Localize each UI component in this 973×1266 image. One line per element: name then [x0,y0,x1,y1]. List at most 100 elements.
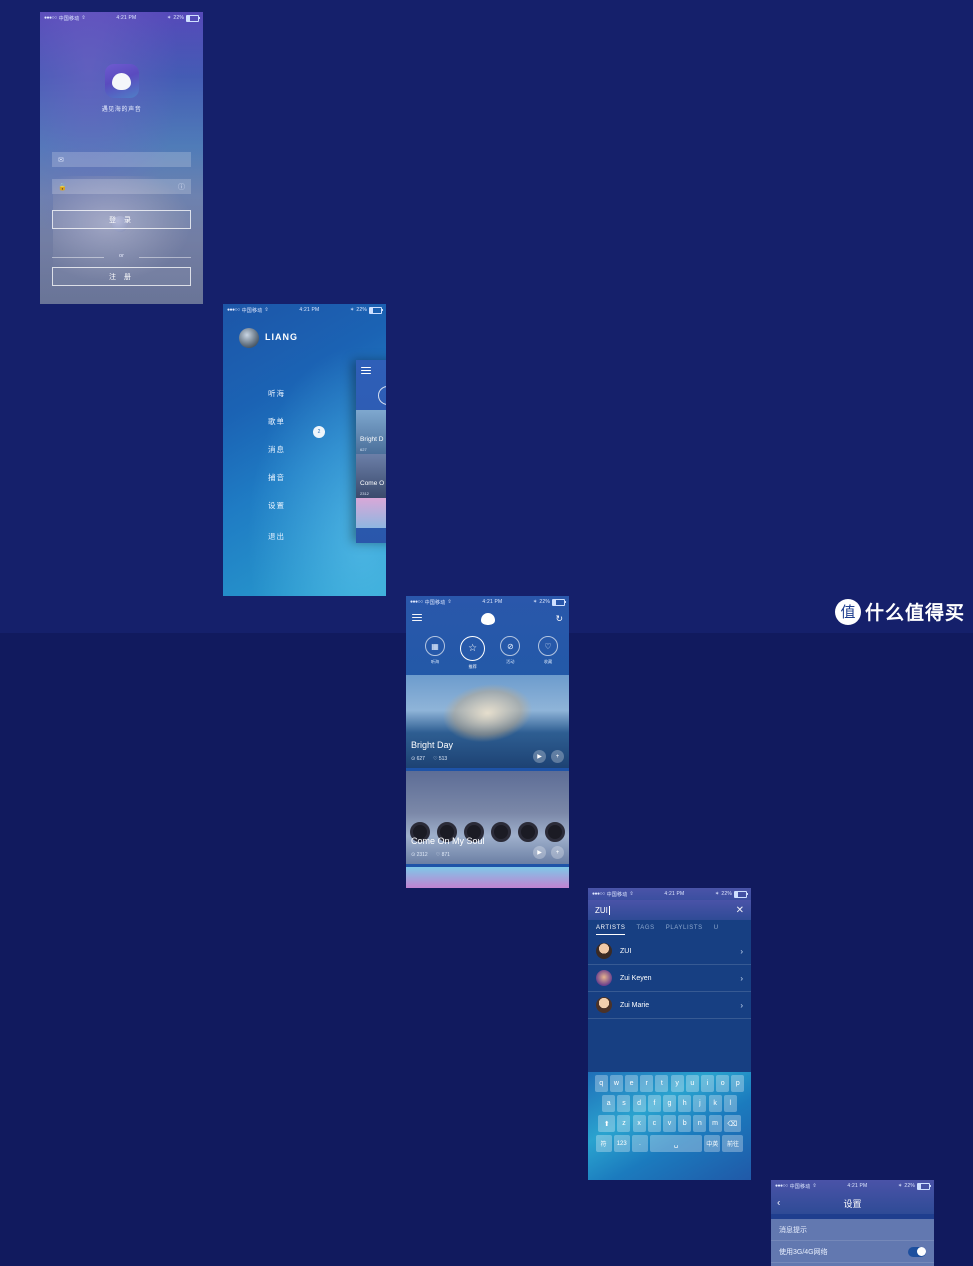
key-n[interactable]: n [693,1115,707,1132]
keyboard-row-1: q w e r t y u i o p [588,1075,751,1092]
key-m[interactable]: m [708,1115,722,1132]
key-z[interactable]: z [617,1115,631,1132]
key-t[interactable]: t [655,1075,669,1092]
avatar [596,997,612,1013]
tab-playlists[interactable]: PLAYLISTS [666,925,703,935]
play-button[interactable]: ▶ [533,846,546,859]
key-c[interactable]: c [647,1115,661,1132]
key-d[interactable]: d [632,1095,646,1112]
sidebar-item-capture[interactable]: 捕音 [268,472,285,483]
clear-icon[interactable]: ✕ [736,905,744,916]
key-r[interactable]: r [640,1075,654,1092]
email-field[interactable]: ✉ [52,152,191,167]
key-y[interactable]: y [670,1075,684,1092]
key-e[interactable]: e [625,1075,639,1092]
onscreen-keyboard[interactable]: q w e r t y u i o p a s d f g h j k l ⬆ … [588,1072,751,1180]
bluetooth-icon: ✶ [715,891,720,897]
clock-label: 4:21 PM [299,307,320,313]
key-q[interactable]: q [594,1075,608,1092]
search-input[interactable]: ZUI ✕ [588,900,751,920]
sidebar-item-listen[interactable]: 听海 [268,388,285,399]
feed-card-title: Bright Day [411,740,454,750]
toggle-switch[interactable] [908,1246,926,1257]
wifi-icon: ⇧ [447,599,452,605]
key-o[interactable]: o [716,1075,730,1092]
key-a[interactable]: a [602,1095,616,1112]
symbols-key[interactable]: 符 [595,1135,612,1152]
status-bar: ●●●○○ 中国移动 ⇧ 4:21 PM ✶ 22% [406,596,569,608]
key-w[interactable]: w [609,1075,623,1092]
status-bar: ●●●○○ 中国移动 ⇧ 4:21 PM ✶ 22% [40,12,203,24]
setting-row-clear-app-cache[interactable]: 清理应用缓存 [771,1263,934,1266]
key-i[interactable]: i [700,1075,714,1092]
key-f[interactable]: f [647,1095,661,1112]
key-s[interactable]: s [617,1095,631,1112]
numbers-key[interactable]: 123 [613,1135,630,1152]
backspace-key-icon[interactable]: ⌫ [723,1115,741,1132]
feed-tab-favorites[interactable]: ♡ 收藏 [533,636,563,665]
key-l[interactable]: l [723,1095,737,1112]
drawer-peek-panel[interactable]: Bright D 627 Come O 2312 [356,360,386,543]
key-b[interactable]: b [678,1115,692,1132]
feed-tab-activity[interactable]: ⊘ 活动 [495,636,525,665]
feed-card-actions: ▶ + [533,750,564,763]
sidebar-item-playlist[interactable]: 歌单 [268,416,285,427]
go-key[interactable]: 前往 [722,1135,744,1152]
sidebar-item-messages[interactable]: 消息 [268,444,285,455]
lock-icon: 🔒 [58,183,67,191]
refresh-icon[interactable]: ↻ [555,614,563,625]
list-item[interactable]: Zui Marie › [588,992,751,1019]
watermark: 值 什么值得买 [834,598,965,625]
shift-key-icon[interactable]: ⬆ [598,1115,616,1132]
language-key[interactable]: 中英 [704,1135,721,1152]
key-g[interactable]: g [663,1095,676,1112]
tab-artists[interactable]: ARTISTS [596,925,626,935]
key-j[interactable]: j [693,1095,707,1112]
feed-category-nav: ▦ 听海 ☆ 推荐 ⊘ 活动 ♡ 收藏 [406,630,569,675]
register-button[interactable]: 注 册 [52,267,191,286]
password-field[interactable]: 🔒 ⓘ [52,179,191,194]
status-bar: ●●●○○ 中国移动 ⇧ 4:21 PM ✶ 22% [771,1180,934,1192]
tab-users[interactable]: U [714,925,719,935]
battery-icon [917,1182,931,1190]
sidebar-item-settings[interactable]: 设置 [268,500,285,511]
hamburger-icon[interactable] [412,612,422,626]
space-key[interactable]: ␣ [650,1135,703,1152]
feed-card-bright-day[interactable]: Bright Day ⊙ 627 ♡ 513 ▶ + [406,675,569,768]
login-button[interactable]: 登 录 [52,210,191,229]
avatar[interactable] [239,328,259,348]
list-item[interactable]: Zui Keyen › [588,965,751,992]
key-v[interactable]: v [663,1115,676,1132]
peek-nav-circle [356,380,386,410]
peek-card-2: Come O 2312 [356,454,386,498]
clock-label: 4:21 PM [482,599,503,605]
key-k[interactable]: k [708,1095,722,1112]
key-x[interactable]: x [632,1115,646,1132]
messages-badge: 2 [313,426,325,438]
key-h[interactable]: h [678,1095,692,1112]
period-key[interactable]: . [631,1135,648,1152]
feed-card-come-on-my-soul[interactable]: Come On My Soul ⊙ 2312 ♡ 871 ▶ + [406,771,569,864]
key-p[interactable]: p [731,1075,745,1092]
avatar [596,943,612,959]
feed-card-partial[interactable] [406,867,569,888]
setting-row-notifications[interactable]: 消息提示 [771,1219,934,1241]
chevron-right-icon: › [740,1000,743,1010]
peek-card-2-title: Come O [360,480,385,487]
add-button[interactable]: + [551,750,564,763]
drawer-menu: 听海 歌单 消息 捕音 设置 [268,388,285,528]
setting-label: 使用3G/4G网络 [779,1248,828,1256]
play-button[interactable]: ▶ [533,750,546,763]
setting-row-mobile-data[interactable]: 使用3G/4G网络 [771,1241,934,1263]
list-item[interactable]: ZUI › [588,938,751,965]
info-icon[interactable]: ⓘ [178,182,185,192]
key-u[interactable]: u [685,1075,699,1092]
carrier-label: 中国移动 [241,307,263,314]
back-icon[interactable]: ‹ [777,1198,780,1209]
feed-tab-recommend[interactable]: ☆ 推荐 [458,636,488,670]
tab-tags[interactable]: TAGS [636,925,654,935]
envelope-icon: ✉ [58,156,64,164]
feed-tab-listen[interactable]: ▦ 听海 [420,636,450,665]
sidebar-item-quit[interactable]: 退出 [268,531,285,542]
add-button[interactable]: + [551,846,564,859]
